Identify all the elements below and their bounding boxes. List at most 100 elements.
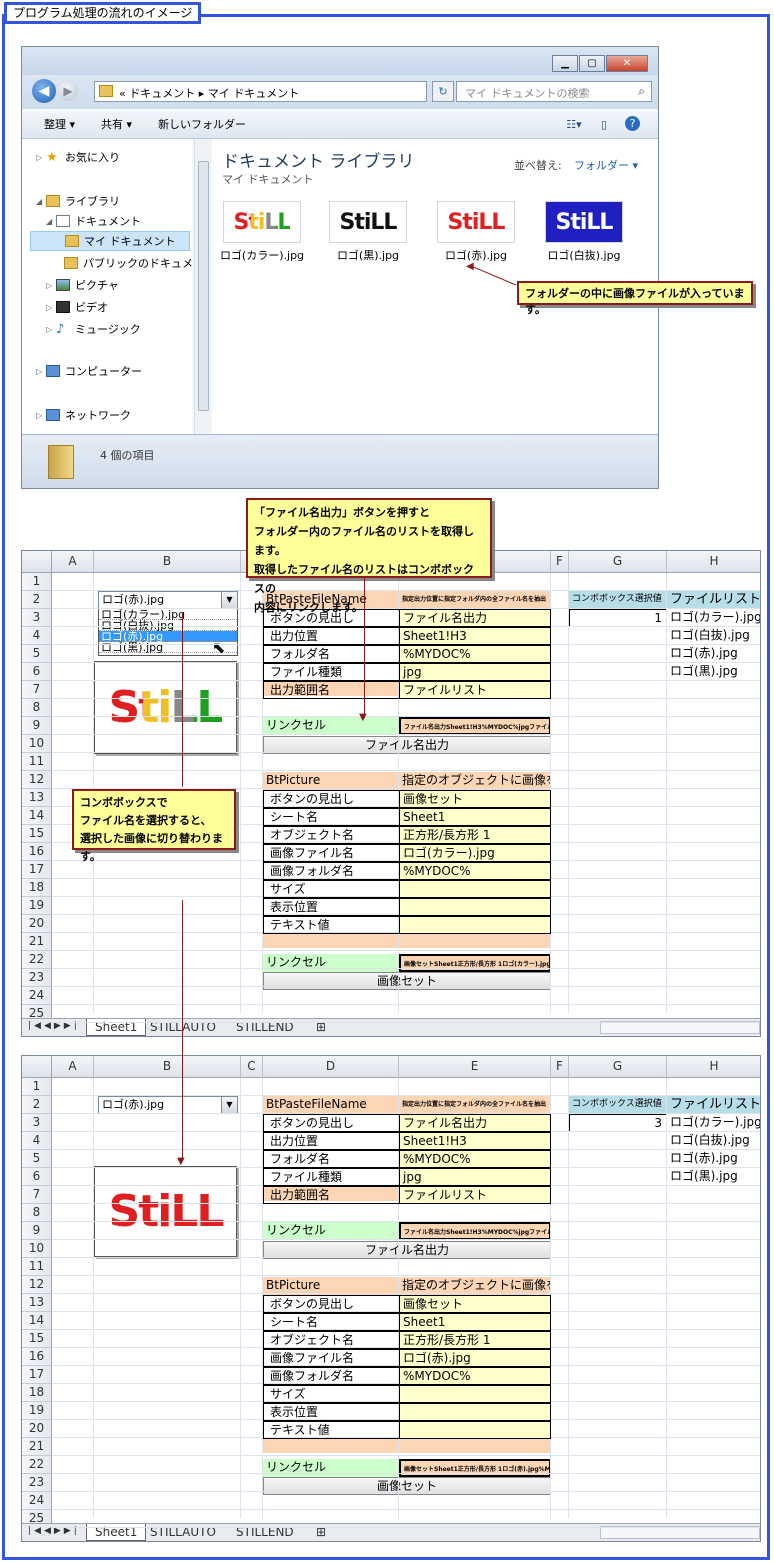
forward-arrow-icon[interactable]: ▶ <box>58 81 78 101</box>
row-header[interactable]: 1 <box>22 1078 52 1096</box>
picture-param-value[interactable]: Sheet1 <box>399 808 551 826</box>
preview-pane-icon[interactable]: ▯ <box>595 116 613 132</box>
row-header[interactable]: 19 <box>22 1402 52 1420</box>
view-options-icon[interactable]: ☷▾ <box>565 116 583 132</box>
row-header[interactable]: 6 <box>22 663 52 681</box>
row-header[interactable]: 11 <box>22 1258 52 1276</box>
picture-param-value[interactable]: %MYDOC% <box>399 1367 551 1385</box>
row-header[interactable]: 14 <box>22 807 52 825</box>
row-header[interactable]: 10 <box>22 1240 52 1258</box>
paste-param-label[interactable]: ファイル種類 <box>263 1168 400 1186</box>
file-list-cell[interactable]: ロゴ(カラー).jpg <box>667 1114 760 1132</box>
row-header[interactable]: 9 <box>22 1222 52 1240</box>
picture-param-value[interactable] <box>399 880 551 898</box>
row-header[interactable]: 5 <box>22 1150 52 1168</box>
new-folder-button[interactable]: 新しいフォルダー <box>158 116 246 132</box>
paste-link-value[interactable]: ファイル名出力Sheet1!H3%MYDOC%jpgファイルリスト <box>399 717 551 735</box>
paste-param-value[interactable]: Sheet1!H3 <box>399 1132 551 1150</box>
paste-param-label[interactable]: 出力位置 <box>263 627 400 645</box>
row-header[interactable]: 14 <box>22 1312 52 1330</box>
picture-param-value[interactable]: 画像セット <box>399 1295 551 1313</box>
paste-param-label[interactable]: ファイル種類 <box>263 663 400 681</box>
combo-value-cell[interactable]: 3 <box>569 1114 667 1132</box>
paste-link-label[interactable]: リンクセル <box>263 717 399 735</box>
file-combobox[interactable]: ロゴ(赤).jpg ▼ <box>98 1096 238 1114</box>
combo-value-header[interactable]: コンボボックス選択値 <box>569 1096 667 1114</box>
row-header[interactable]: 8 <box>22 1204 52 1222</box>
organize-button[interactable]: 整理 ▾ <box>44 116 75 132</box>
nav-item-documents[interactable]: ◢ ドキュメント <box>46 211 141 231</box>
nav-item-pictures[interactable]: ▷ ピクチャ <box>46 275 119 295</box>
file-list-cell[interactable]: ロゴ(黒).jpg <box>667 1168 760 1186</box>
row-header[interactable]: 4 <box>22 627 52 645</box>
spacer-cell[interactable] <box>263 1438 551 1453</box>
column-header[interactable]: F <box>551 551 569 573</box>
help-icon[interactable]: ? <box>625 116 640 131</box>
nav-item-videos[interactable]: ▷ ビデオ <box>46 297 108 317</box>
picture-param-label[interactable]: シート名 <box>263 1313 400 1331</box>
nav-item-my-documents[interactable]: マイ ドキュメント <box>30 231 190 251</box>
row-header[interactable]: 7 <box>22 1186 52 1204</box>
row-header[interactable]: 13 <box>22 1294 52 1312</box>
column-header[interactable]: D <box>263 1056 399 1078</box>
picture-param-label[interactable]: ボタンの見出し <box>263 1295 400 1313</box>
paste-param-label[interactable]: 出力範囲名 <box>263 681 400 699</box>
paste-link-label[interactable]: リンクセル <box>263 1222 399 1240</box>
refresh-icon[interactable]: ↻ <box>432 81 454 102</box>
file-item[interactable]: StiLL ロゴ(カラー).jpg <box>212 201 312 263</box>
row-header[interactable]: 16 <box>22 1348 52 1366</box>
picture-param-value[interactable]: Sheet1 <box>399 1313 551 1331</box>
paste-param-label[interactable]: 出力範囲名 <box>263 1186 400 1204</box>
column-header[interactable]: H <box>667 1056 760 1078</box>
column-header[interactable]: G <box>569 551 667 573</box>
column-header[interactable]: A <box>52 1056 94 1078</box>
row-header[interactable]: 8 <box>22 699 52 717</box>
nav-item-music[interactable]: ▷ ♪ ミュージック <box>46 319 141 339</box>
row-header[interactable]: 23 <box>22 969 52 987</box>
picture-param-value[interactable]: 正方形/長方形 1 <box>399 1331 551 1349</box>
picture-param-label[interactable]: 表示位置 <box>263 1403 400 1421</box>
picture-param-label[interactable]: 表示位置 <box>263 898 400 916</box>
file-item[interactable]: StiLL ロゴ(白抜).jpg <box>534 201 634 263</box>
picture-link-label[interactable]: リンクセル <box>263 954 399 972</box>
row-header[interactable]: 12 <box>22 771 52 789</box>
picture-param-value[interactable]: ロゴ(赤).jpg <box>399 1349 551 1367</box>
back-arrow-icon[interactable]: ◀ <box>32 79 56 103</box>
picture-param-label[interactable]: 画像ファイル名 <box>263 844 400 862</box>
picture-link-value[interactable]: 画像セットSheet1正方形/長方形 1ロゴ(赤).jpg%MYDOC% <box>399 1459 551 1477</box>
nav-item-favorites[interactable]: ▷ ★ お気に入り <box>36 147 120 167</box>
set-image-button[interactable]: 画像セット <box>263 972 551 990</box>
paste-param-value[interactable]: %MYDOC% <box>399 1150 551 1168</box>
paste-param-label[interactable]: フォルダ名 <box>263 1150 400 1168</box>
picture-link-value[interactable]: 画像セットSheet1正方形/長方形 1ロゴ(カラー).jpg%MYDOC% <box>399 954 551 972</box>
row-header[interactable]: 21 <box>22 1438 52 1456</box>
picture-param-value[interactable]: %MYDOC% <box>399 862 551 880</box>
row-header[interactable]: 21 <box>22 933 52 951</box>
paste-param-value[interactable]: Sheet1!H3 <box>399 627 551 645</box>
paste-param-value[interactable]: jpg <box>399 1168 551 1186</box>
picture-param-value[interactable] <box>399 1385 551 1403</box>
close-button[interactable]: ✕ <box>606 55 648 72</box>
column-header[interactable]: E <box>399 1056 551 1078</box>
row-header[interactable]: 9 <box>22 717 52 735</box>
chevron-down-icon[interactable]: ▼ <box>221 1097 237 1113</box>
file-list-cell[interactable]: ロゴ(赤).jpg <box>667 1150 760 1168</box>
row-header[interactable]: 20 <box>22 915 52 933</box>
row-header[interactable]: 18 <box>22 879 52 897</box>
row-header[interactable]: 22 <box>22 1456 52 1474</box>
row-header[interactable]: 2 <box>22 591 52 609</box>
picture-param-label[interactable]: サイズ <box>263 1385 400 1403</box>
row-header[interactable]: 4 <box>22 1132 52 1150</box>
column-header[interactable]: G <box>569 1056 667 1078</box>
row-header[interactable]: 3 <box>22 609 52 627</box>
picture-param-label[interactable]: シート名 <box>263 808 400 826</box>
paste-param-label[interactable]: 出力位置 <box>263 1132 400 1150</box>
picture-param-value[interactable]: ロゴ(カラー).jpg <box>399 844 551 862</box>
picture-param-label[interactable]: テキスト値 <box>263 916 400 934</box>
picture-param-value[interactable]: 正方形/長方形 1 <box>399 826 551 844</box>
file-list-header[interactable]: ファイルリスト <box>667 591 760 609</box>
picture-param-label[interactable]: 画像フォルダ名 <box>263 1367 400 1385</box>
paste-param-value[interactable]: jpg <box>399 663 551 681</box>
paste-param-label[interactable]: ボタンの見出し <box>263 1114 400 1132</box>
column-header[interactable]: C <box>241 1056 263 1078</box>
